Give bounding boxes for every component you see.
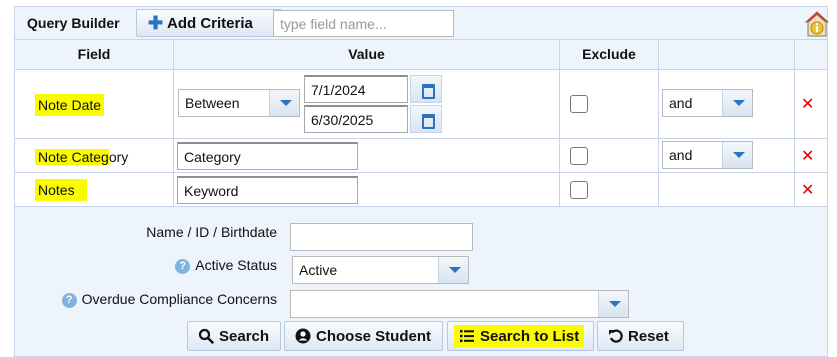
- query-builder-toolbar: Query Builder ✚ Add Criteria: [15, 7, 830, 39]
- category-value-input[interactable]: [177, 142, 358, 170]
- field-label-rest: ory: [108, 149, 129, 165]
- criteria-grid-header: Field Value Exclude: [15, 39, 827, 70]
- conjunction-select[interactable]: and: [662, 141, 753, 169]
- exclude-checkbox[interactable]: [570, 95, 588, 113]
- remove-criteria-close-icon[interactable]: ✕: [801, 180, 814, 200]
- field-label-notes: Notes: [35, 179, 87, 201]
- search-button[interactable]: Search: [187, 321, 281, 351]
- chevron-down-icon: [722, 142, 752, 168]
- column-header-conjunction: [659, 40, 795, 69]
- chevron-down-icon: [438, 257, 468, 283]
- operator-select-value: Between: [185, 95, 240, 111]
- criteria-row: Note Date Between and: [15, 70, 827, 139]
- field-label-note-date: Note Date: [35, 94, 105, 116]
- criteria-row: Note Category and ✕: [15, 139, 827, 173]
- operator-select[interactable]: Between: [178, 89, 300, 117]
- column-header-actions: [795, 40, 827, 69]
- exclude-checkbox[interactable]: [570, 147, 588, 165]
- calendar-icon[interactable]: [410, 105, 442, 133]
- reset-button-label: Reset: [628, 328, 669, 345]
- overdue-compliance-label: ? Overdue Compliance Concerns: [35, 291, 277, 308]
- conjunction-select-value: and: [669, 95, 693, 111]
- conjunction-select-value: and: [669, 147, 693, 163]
- field-label-note-category: Note Category: [35, 146, 128, 168]
- active-status-label: ? Active Status: [115, 257, 277, 274]
- overdue-compliance-label-text: Overdue Compliance Concerns: [81, 291, 277, 307]
- field-label-highlight: Note Categ: [35, 149, 109, 165]
- plus-icon: ✚: [148, 13, 164, 33]
- remove-criteria-close-icon[interactable]: ✕: [801, 94, 814, 114]
- chevron-down-icon: [269, 90, 299, 116]
- search-icon: [198, 328, 214, 348]
- active-status-select[interactable]: Active: [292, 256, 469, 284]
- question-icon[interactable]: ?: [61, 293, 77, 308]
- user-icon: [295, 328, 311, 348]
- conjunction-select[interactable]: and: [662, 89, 753, 117]
- choose-student-button[interactable]: Choose Student: [284, 321, 443, 351]
- add-criteria-label: Add Criteria: [167, 15, 253, 32]
- active-status-select-value: Active: [299, 262, 338, 278]
- active-status-label-text: Active Status: [195, 257, 277, 273]
- name-id-birthdate-label: Name / ID / Birthdate: [146, 224, 277, 240]
- choose-student-button-label: Choose Student: [316, 328, 431, 345]
- search-to-list-button[interactable]: Search to List: [447, 321, 594, 351]
- calendar-icon[interactable]: [410, 75, 442, 103]
- field-name-search-input[interactable]: [273, 10, 454, 37]
- help-info-icon[interactable]: [804, 11, 830, 37]
- keyword-value-input[interactable]: [177, 176, 358, 204]
- column-header-value: Value: [174, 40, 560, 69]
- column-header-exclude: Exclude: [560, 40, 659, 69]
- query-builder-panel: Query Builder ✚ Add Criteria Field Value…: [14, 6, 830, 357]
- date-to-input[interactable]: [304, 105, 408, 133]
- exclude-checkbox[interactable]: [570, 181, 588, 199]
- remove-criteria-close-icon[interactable]: ✕: [801, 146, 814, 166]
- query-builder-title: Query Builder: [27, 15, 120, 31]
- undo-icon: [608, 328, 624, 348]
- list-icon: [459, 328, 475, 348]
- search-to-list-button-label: Search to List: [480, 328, 580, 345]
- chevron-down-icon: [598, 291, 628, 317]
- name-id-birthdate-input[interactable]: [290, 223, 473, 251]
- criteria-row: Notes ✕: [15, 173, 827, 207]
- add-criteria-button[interactable]: ✚ Add Criteria: [136, 9, 282, 37]
- overdue-compliance-select[interactable]: [290, 290, 629, 318]
- chevron-down-icon: [722, 90, 752, 116]
- search-button-label: Search: [219, 328, 270, 345]
- question-icon[interactable]: ?: [175, 259, 191, 274]
- reset-button[interactable]: Reset: [597, 321, 684, 351]
- column-header-field: Field: [15, 40, 174, 69]
- date-from-input[interactable]: [304, 75, 408, 103]
